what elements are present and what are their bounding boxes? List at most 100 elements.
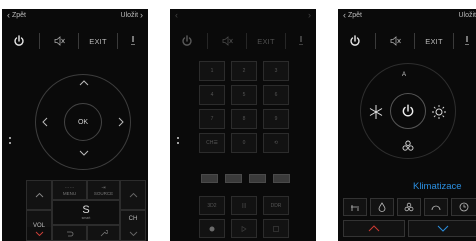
divider	[207, 33, 208, 49]
extra-button-pause[interactable]: |||	[231, 196, 257, 215]
color-key-red[interactable]	[201, 174, 218, 183]
temp-up-button[interactable]	[343, 220, 405, 237]
back-label: Zpět	[347, 12, 362, 19]
mute-button[interactable]	[384, 27, 406, 55]
exit-label: EXIT	[425, 36, 443, 46]
color-key-yellow[interactable]	[249, 174, 266, 183]
divider	[39, 33, 40, 49]
back-button[interactable]: ‹ Zpět	[7, 11, 26, 20]
divider	[285, 33, 286, 49]
source-button[interactable]: ⇥ SOURCE	[87, 180, 120, 200]
menu-more-button[interactable]	[460, 27, 474, 55]
color-key-green[interactable]	[225, 174, 242, 183]
vol-up-button[interactable]	[26, 180, 52, 210]
next-button[interactable]: Uložit	[458, 12, 476, 19]
keypad-key[interactable]: 7	[199, 109, 225, 129]
keypad-key-label: 3	[274, 68, 278, 74]
keypad-key[interactable]: CH☰	[199, 133, 225, 153]
keypad-key[interactable]: 6	[263, 85, 289, 105]
chevron-up-icon	[35, 192, 43, 198]
menu-button[interactable]: ⋯⋯ MENU	[52, 180, 87, 200]
extra-button-3d[interactable]: 3D2	[199, 196, 225, 215]
dpad-right-arrow[interactable]	[117, 117, 125, 127]
chevron-down-icon	[437, 225, 448, 232]
keypad-key[interactable]: 4	[199, 85, 225, 105]
timer-button[interactable]	[451, 198, 476, 216]
mode-button-1[interactable]	[343, 198, 367, 216]
keypad-key[interactable]: ⟲	[263, 133, 289, 153]
smart-hub-button[interactable]: Ssmart	[52, 200, 120, 225]
keypad-key-label: 6	[274, 92, 278, 98]
divider	[117, 33, 118, 49]
divider	[453, 33, 454, 49]
next-button[interactable]: Uložit ›	[121, 11, 143, 20]
keypad-key-label: 1	[210, 68, 214, 74]
top-nav: ‹ Zpět Uložit	[338, 9, 476, 25]
back-button[interactable]: ‹ Zpět	[343, 11, 362, 20]
exit-button[interactable]: EXIT	[422, 27, 446, 55]
power-button[interactable]	[344, 27, 366, 55]
menu-more-button[interactable]	[292, 27, 310, 55]
keypad-key[interactable]: 9	[263, 109, 289, 129]
menu-more-icon	[131, 36, 135, 45]
sun-icon[interactable]	[431, 104, 447, 120]
exit-button[interactable]: EXIT	[254, 27, 278, 55]
temp-down-button[interactable]	[408, 220, 476, 237]
keypad-key[interactable]: 2	[231, 61, 257, 81]
ch-down-button[interactable]	[120, 227, 146, 241]
vol-down-button[interactable]	[26, 227, 52, 241]
exit-button[interactable]: EXIT	[86, 27, 110, 55]
auto-mode-button[interactable]: A	[402, 72, 406, 78]
keypad-key[interactable]: 0	[231, 133, 257, 153]
fan-icon[interactable]	[402, 140, 414, 152]
divider	[414, 33, 415, 49]
source-label: SOURCE	[93, 190, 114, 196]
divider	[246, 33, 247, 49]
keypad-key[interactable]: 8	[231, 109, 257, 129]
ch-up-button[interactable]	[120, 180, 146, 210]
droplet-icon	[378, 202, 386, 212]
keypad-key-label: 7	[210, 116, 214, 122]
mute-icon	[390, 36, 401, 46]
keypad-key[interactable]: 1	[199, 61, 225, 81]
dpad-down-arrow[interactable]	[79, 149, 89, 157]
clock-icon	[459, 202, 469, 212]
exit-label: EXIT	[257, 36, 275, 46]
mode-button-4[interactable]	[424, 198, 448, 216]
record-button[interactable]	[199, 219, 225, 238]
back-button[interactable]: ‹	[175, 11, 178, 20]
mode-button-3[interactable]	[397, 198, 421, 216]
back-label: Zpět	[11, 12, 26, 19]
return-icon	[67, 231, 74, 236]
stop-button[interactable]	[263, 219, 289, 238]
smart-logo: S	[82, 204, 90, 216]
snowflake-icon[interactable]	[368, 104, 384, 120]
climate-power-button[interactable]	[390, 93, 426, 129]
mute-button[interactable]	[216, 27, 238, 55]
divider	[78, 33, 79, 49]
menu-more-button[interactable]	[124, 27, 142, 55]
mute-button[interactable]	[48, 27, 70, 55]
dpad-up-arrow[interactable]	[79, 79, 89, 87]
power-icon	[350, 35, 360, 46]
ch-label: CH	[128, 216, 138, 222]
keypad-key[interactable]: 3	[263, 61, 289, 81]
menu-label: MENU	[62, 190, 77, 196]
extra-button-ddr[interactable]: DDR	[263, 196, 289, 215]
mode-button-2[interactable]	[370, 198, 394, 216]
keypad-key[interactable]: 5	[231, 85, 257, 105]
next-button[interactable]: ›	[308, 11, 311, 20]
dpad-left-arrow[interactable]	[41, 117, 49, 127]
power-button[interactable]	[176, 27, 198, 55]
play-button[interactable]	[231, 219, 257, 238]
power-icon	[182, 35, 192, 46]
keypad-key-label: 0	[242, 140, 246, 146]
exit-label: EXIT	[89, 36, 107, 46]
tools-button[interactable]	[87, 225, 120, 241]
return-button[interactable]	[52, 225, 87, 241]
mute-icon	[222, 36, 233, 46]
page-indicator	[9, 137, 11, 147]
power-button[interactable]	[8, 27, 30, 55]
ok-button[interactable]: OK	[64, 103, 102, 141]
color-key-blue[interactable]	[273, 174, 290, 183]
